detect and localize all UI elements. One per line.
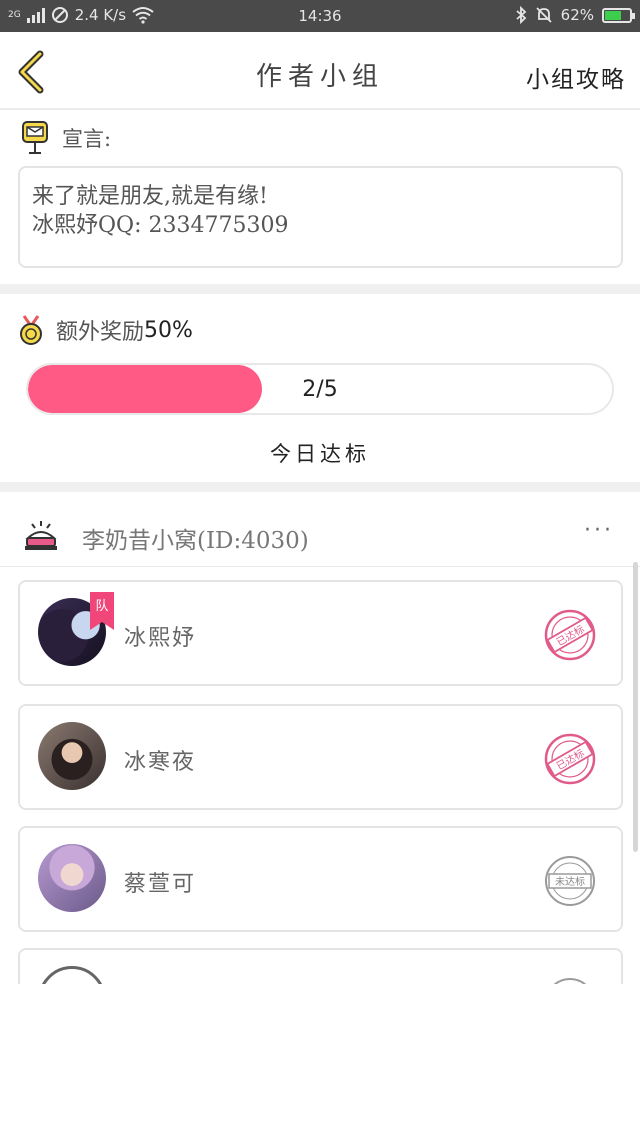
section-divider bbox=[0, 284, 640, 294]
group-name: 李奶昔小窝(ID:4030) bbox=[82, 528, 309, 554]
not-achieved-stamp-icon: 未达标 bbox=[545, 856, 595, 906]
scrollbar[interactable] bbox=[633, 562, 638, 852]
member-name: 冰熙妤 bbox=[124, 626, 197, 651]
group-divider bbox=[0, 566, 640, 567]
stamp-text: 未达标 bbox=[555, 876, 585, 888]
declaration-line-2: 冰熙妤QQ: 2334775309 bbox=[32, 213, 289, 238]
battery-icon bbox=[602, 7, 635, 23]
progress-text: 2/5 bbox=[302, 377, 338, 402]
progress-bar: 2/5 bbox=[26, 363, 614, 415]
declaration-header: 宣言: bbox=[20, 120, 111, 156]
member-name: 蔡萱可 bbox=[124, 872, 197, 897]
declaration-line-1: 来了就是朋友,就是有缘! bbox=[32, 184, 268, 209]
member-card[interactable]: 蔡萱可 未达标 bbox=[18, 826, 623, 932]
stamp-icon bbox=[553, 978, 587, 984]
member-card[interactable]: 冰寒夜 已达标 bbox=[18, 704, 623, 810]
member-card[interactable]: 队 冰熙妤 已达标 bbox=[18, 580, 623, 686]
house-icon bbox=[25, 521, 57, 550]
medal-icon bbox=[20, 315, 42, 345]
declaration-label: 宣言: bbox=[62, 127, 112, 151]
group-guide-link[interactable]: 小组攻略 bbox=[526, 60, 626, 94]
reward-header: 额外奖励 50% bbox=[18, 314, 193, 346]
more-options-button[interactable]: ··· bbox=[584, 518, 614, 543]
header: 作者小组 小组攻略 bbox=[0, 32, 640, 110]
declaration-text: 来了就是朋友,就是有缘! 冰熙妤QQ: 2334775309 bbox=[18, 166, 623, 268]
mailbox-icon bbox=[22, 121, 48, 154]
reward-percent: 50% bbox=[144, 317, 193, 343]
member-list: 队 冰熙妤 已达标 冰寒夜 已达标 蔡萱可 未达标 bbox=[0, 568, 640, 984]
status-bar: 2G 2.4 K/s 14:36 62% bbox=[0, 0, 640, 32]
battery-percent: 62% bbox=[560, 6, 594, 24]
avatar bbox=[38, 844, 106, 912]
reward-label: 额外奖励 bbox=[56, 320, 145, 345]
achieved-stamp-icon: 已达标 bbox=[544, 733, 596, 785]
achieved-stamp-icon: 已达标 bbox=[544, 609, 596, 661]
leader-badge: 队 bbox=[90, 592, 114, 630]
bell-muted-icon bbox=[536, 7, 552, 23]
group-header: 李奶昔小窝(ID:4030) ··· bbox=[24, 518, 624, 558]
avatar bbox=[38, 722, 106, 790]
avatar bbox=[38, 966, 106, 984]
member-name: 冰寒夜 bbox=[124, 750, 197, 775]
section-divider bbox=[0, 482, 640, 492]
daily-status: 今日达标 bbox=[270, 442, 370, 466]
member-card[interactable] bbox=[18, 948, 623, 984]
bluetooth-icon bbox=[516, 6, 526, 24]
